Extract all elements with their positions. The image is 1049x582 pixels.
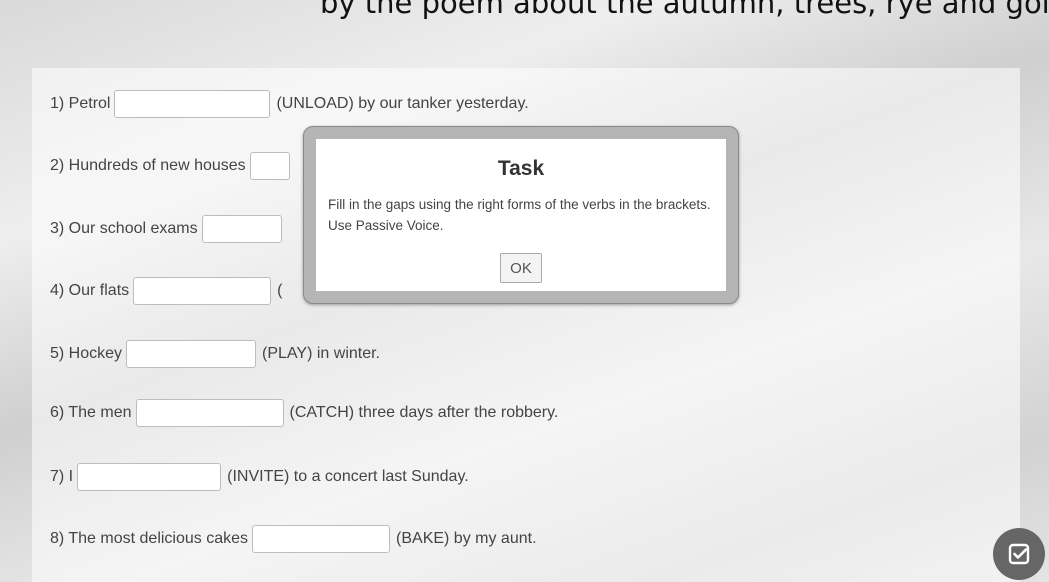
item-prefix: 6) The men — [50, 404, 132, 421]
item-suffix: (PLAY) in winter. — [262, 345, 380, 362]
exercise-item-4: 4) Our flats ( — [50, 277, 282, 305]
exercise-item-2: 2) Hundreds of new houses — [50, 152, 296, 180]
item-prefix: 5) Hockey — [50, 345, 123, 362]
item-prefix: 2) Hundreds of new houses — [50, 157, 246, 174]
item-prefix: 4) Our flats — [50, 282, 130, 299]
task-dialog: Task Fill in the gaps using the right fo… — [303, 126, 739, 304]
check-square-icon — [1008, 543, 1030, 565]
item-suffix: ( — [277, 282, 283, 299]
item-prefix: 7) I — [50, 468, 74, 485]
exercise-item-6: 6) The men (CATCH) three days after the … — [50, 399, 558, 427]
item-suffix: (CATCH) three days after the robbery. — [289, 404, 559, 421]
gap-input-8[interactable] — [252, 525, 391, 553]
exercise-item-7: 7) I (INVITE) to a concert last Sunday. — [50, 463, 469, 491]
gap-input-2[interactable] — [249, 152, 290, 180]
exercise-item-1: 1) Petrol (UNLOAD) by our tanker yesterd… — [50, 90, 529, 118]
background-caption: by the poem about the autumn, trees, rye… — [320, 0, 1049, 20]
item-prefix: 8) The most delicious cakes — [50, 530, 249, 547]
ok-button[interactable]: OK — [500, 253, 542, 283]
gap-input-1[interactable] — [114, 90, 271, 118]
item-suffix: (BAKE) by my aunt. — [396, 530, 537, 547]
gap-input-6[interactable] — [135, 399, 284, 427]
dialog-title: Task — [497, 157, 545, 180]
gap-input-3[interactable] — [201, 215, 282, 243]
gap-input-5[interactable] — [126, 340, 257, 368]
gap-input-7[interactable] — [77, 463, 222, 491]
exercise-item-8: 8) The most delicious cakes (BAKE) by my… — [50, 525, 537, 553]
task-dialog-body: Task Fill in the gaps using the right fo… — [316, 139, 726, 291]
item-suffix: (INVITE) to a concert last Sunday. — [227, 468, 469, 485]
exercise-item-3: 3) Our school exams — [50, 215, 288, 243]
dialog-message: Fill in the gaps using the right forms o… — [328, 197, 711, 233]
item-suffix: (UNLOAD) by our tanker yesterday. — [276, 95, 529, 112]
exercise-item-5: 5) Hockey (PLAY) in winter. — [50, 340, 380, 368]
gap-input-4[interactable] — [133, 277, 272, 305]
item-prefix: 3) Our school exams — [50, 220, 198, 237]
check-answers-button[interactable] — [993, 528, 1045, 580]
item-prefix: 1) Petrol — [50, 95, 111, 112]
